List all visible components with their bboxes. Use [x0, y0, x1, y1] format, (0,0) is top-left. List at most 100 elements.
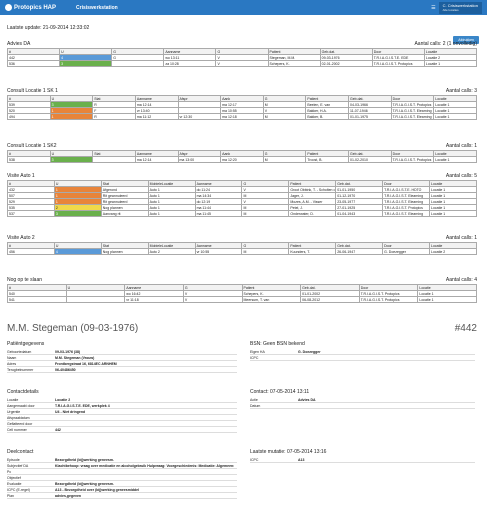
- table-row[interactable]: 538 3 ma 12:14 ma 13:00 ma 12:20 M Troost, B. 0…: [7, 156, 477, 163]
- section-count: Aantal calls: 1: [445, 143, 477, 149]
- table-cell: Locatie 1: [433, 156, 477, 163]
- detail-label: Plan: [7, 494, 55, 499]
- table-cell: T.R.I.A.G.I.S.T. Protopics: [390, 156, 435, 163]
- user-menu[interactable]: C. Crisiswerkstation Alle locaties: [438, 2, 482, 14]
- patient-title: M.M. Stegeman (09-03-1976): [7, 323, 139, 334]
- logo-label: Protopics HAP: [14, 4, 57, 11]
- section-header: Consult Locatie 1 SK2 Aantal calls: 1: [7, 143, 477, 150]
- section-1: Consult Locatie 1 SK 1 Aantal calls: 3 # U S…: [7, 88, 477, 120]
- table-cell: ma 11:12: [134, 113, 179, 120]
- detail-label: ICPC (E-regel): [7, 488, 55, 493]
- table-cell: M: [262, 113, 307, 120]
- detail-label: Aangemaakt door: [7, 404, 55, 409]
- table-cell: 494: [7, 113, 51, 120]
- detail-label: Afspraaktatum: [7, 416, 55, 421]
- table-cell: Troost, B.: [305, 156, 349, 163]
- table-cell: 3: [59, 60, 113, 67]
- detail-label: Objectief: [7, 476, 55, 481]
- table-cell: ma 12:18: [220, 113, 264, 120]
- detail-value: G. Doezegger: [298, 350, 475, 355]
- table-row[interactable]: 494 1 Rma 11:12 vr 12:30 ma 12:18 M Bakker, B.…: [7, 113, 477, 120]
- table-cell: V: [182, 296, 243, 303]
- calls-table: # U Stat MobieleLocatie Aanname G Patient Geb.d…: [7, 242, 477, 255]
- detail-value: [55, 416, 237, 421]
- table-cell: Nog plannen: [100, 248, 149, 255]
- section-count: Aantal calls: 2 (1 onvolledig): [414, 41, 477, 47]
- table-row[interactable]: 537 3 Aanvang rit Auto 1 ma 11:45 M Onderwater…: [7, 210, 477, 217]
- table-cell: 26-06-1947: [335, 248, 384, 255]
- table-cell: vr 11:18: [124, 296, 184, 303]
- bsn-title: BSN: Geen BSN bekend: [250, 341, 305, 347]
- menu-icon[interactable]: ☰: [431, 5, 435, 11]
- contact-time: Contact: 07-05-2014 13:11 Actie Advies DA…: [250, 389, 475, 409]
- table-cell: T.R.I.A.G.I.S.T. Protopics: [358, 296, 419, 303]
- detail-value: Bezorgdheid (bij)werking geneesm.: [55, 458, 237, 463]
- table-cell: 456: [7, 248, 55, 255]
- table-row[interactable]: 536 3 za 10:28 V Schepers, K. 02-01-2002 T.R.I…: [6, 60, 478, 67]
- section-header: Consult Locatie 1 SK 1 Aantal calls: 3: [7, 88, 477, 95]
- detail-label: Pc: [7, 470, 55, 475]
- detail-value: [298, 404, 475, 409]
- detail-label: Urgentie: [7, 410, 55, 415]
- table-cell: 01-01-1975: [348, 113, 392, 120]
- app-logo[interactable]: Protopics HAP: [5, 4, 56, 11]
- nav-tab-crisiswerkstation[interactable]: Crisiswerkstation: [76, 5, 118, 11]
- detail-label: Subjectief DA: [7, 464, 55, 469]
- section-header: Advies DA Aantal calls: 2 (1 onvolledig): [7, 41, 477, 48]
- detail-label: Terugbelnummer: [7, 368, 55, 373]
- section-title: Visite Auto 1: [7, 173, 35, 179]
- section-0: Advies DA Aantal calls: 2 (1 onvolledig) #…: [6, 41, 478, 67]
- table-cell: M: [262, 156, 307, 163]
- contact-details-title: Contactdetails: [7, 389, 39, 395]
- detail-value: [298, 356, 475, 361]
- table-cell: T.R.I.A.G.I.S.T. Elearning: [382, 210, 431, 217]
- table-cell: vr 12:30: [177, 113, 222, 120]
- table-cell: V: [215, 60, 269, 67]
- table-cell: 1: [49, 113, 94, 120]
- table-cell: vr 10:55: [194, 248, 243, 255]
- section-header: Visite Auto 2 Aantal calls: 1: [7, 235, 477, 242]
- table-row[interactable]: 541 vr 11:18 V Meersum, T. van 06-08-2012 T.R…: [7, 296, 477, 303]
- calls-table: # U Aanname G Patient Geb.dat. Door Locatie 540 w…: [7, 284, 477, 303]
- detail-value: Advies DA: [298, 398, 475, 403]
- table-cell: Auto 2: [147, 248, 196, 255]
- calls-table: # U Stat Aanname Afspr Aank G Patient Geb.dat. Do…: [7, 95, 477, 120]
- table-cell: [92, 156, 136, 163]
- detail-value: 06-40486450: [55, 368, 237, 373]
- table-cell: T.R.I.A.G.I.S.T. Protopics: [371, 60, 425, 67]
- section-count: Aantal calls: 5: [445, 173, 477, 179]
- table-row[interactable]: 456 4 Nog plannen Auto 2 vr 10:55 M Kuunders, …: [7, 248, 477, 255]
- detail-value: [55, 470, 237, 475]
- detail-label: Cell nummer: [7, 428, 55, 433]
- table-cell: Locatie 1: [423, 60, 478, 67]
- table-cell: ma 13:00: [177, 156, 222, 163]
- table-cell: 538: [7, 156, 51, 163]
- detail-value: M.M. Stegeman (Vrouw): [55, 356, 237, 361]
- table-cell: T.R.I.A.G.I.S.T. Elearning: [390, 113, 435, 120]
- section-count: Aantal calls: 1: [445, 235, 477, 241]
- bsn-details: BSN: Geen BSN bekend Eigen HA G. Doezegge…: [250, 341, 475, 361]
- table-cell: Auto 1: [147, 210, 196, 217]
- table-cell: Kuunders, T.: [288, 248, 337, 255]
- deelcontact: Deelcontact Episode Bezorgdheid (bij)werk…: [7, 449, 237, 499]
- top-navbar: Protopics HAP Crisiswerkstation ☰ C. Cri…: [0, 0, 487, 15]
- detail-value: A13: [298, 458, 475, 463]
- detail-value: U4 - Niet dringend: [55, 410, 237, 415]
- detail-label: Naam: [7, 356, 55, 361]
- section-count: Aantal calls: 4: [445, 277, 477, 283]
- section-title: Visite Auto 2: [7, 235, 35, 241]
- patient-details-title: Patiëntgegevens: [7, 341, 45, 347]
- table-cell: Bakker, B.: [305, 113, 349, 120]
- detail-value: Klachtbehoop: vraag over medicatie en al…: [55, 464, 237, 469]
- section-title: Nog op te slaan: [7, 277, 43, 283]
- table-cell: Aanvang rit: [100, 210, 149, 217]
- contact-details: Contactdetails Locatie Locatie 2 Aangemaak…: [7, 389, 237, 433]
- section-3: Visite Auto 1 Aantal calls: 5 # U Stat Mobiel…: [7, 173, 477, 217]
- detail-label: Datum: [250, 404, 298, 409]
- detail-value: Locatie 2: [55, 398, 237, 403]
- table-cell: 3: [49, 156, 94, 163]
- section-header: Visite Auto 1 Aantal calls: 5: [7, 173, 477, 180]
- table-cell: Onderwater, D.: [288, 210, 337, 217]
- detail-value: advies,gegeven: [55, 494, 237, 499]
- detail-label: ICPC: [250, 458, 298, 463]
